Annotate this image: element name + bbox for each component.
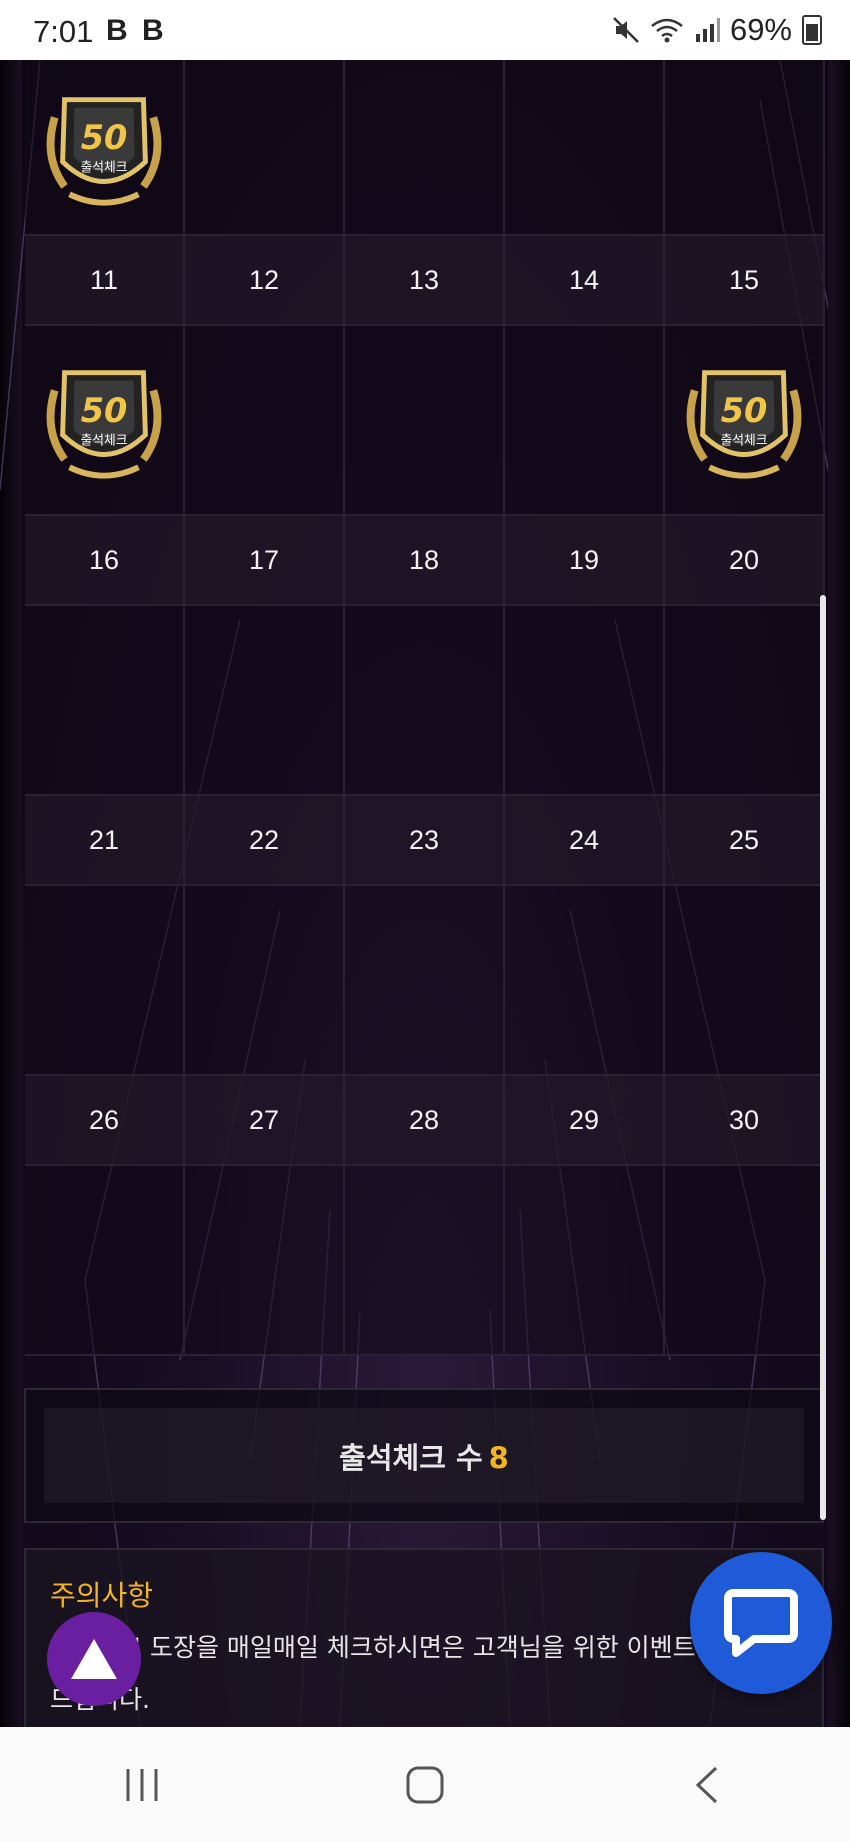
- stamp-number: 50: [81, 118, 128, 157]
- stamp-cell: [665, 1166, 825, 1356]
- stamp-cell: [505, 1166, 665, 1356]
- stamp-number: 50: [721, 391, 768, 430]
- back-button[interactable]: [648, 1745, 768, 1825]
- home-icon: [406, 1766, 444, 1803]
- stamp-cell: 50 출석체크: [25, 326, 185, 516]
- day-cell[interactable]: 22: [185, 796, 345, 886]
- attendance-stamp-icon: 50 출석체크: [46, 370, 162, 479]
- scroll-top-button[interactable]: [47, 1612, 141, 1706]
- stamp-cell: [505, 886, 665, 1076]
- stamp-cell: 50 출석체크: [665, 326, 825, 516]
- day-cell[interactable]: 20: [665, 516, 825, 606]
- stamp-cell: [25, 1166, 185, 1356]
- attendance-count: 출석체크 수8: [339, 1435, 509, 1477]
- stamp-cell: [185, 1166, 345, 1356]
- notice-line: 출석체크 도장을 매일매일 체크하시면은 고객님을 위한 이벤트: [50, 1633, 696, 1662]
- status-time: 7:01: [33, 14, 94, 49]
- week-row: 16 17 18 19 20: [25, 516, 825, 606]
- notice-line: 드립니다.: [50, 1674, 798, 1726]
- chat-bubble-icon: [724, 1589, 798, 1657]
- week-row: 11 12 13 14 15: [25, 236, 825, 326]
- scrollbar[interactable]: [820, 595, 826, 1520]
- stamp-cell: [505, 606, 665, 796]
- navigation-bar: [0, 1727, 850, 1842]
- day-cell[interactable]: 14: [505, 236, 665, 326]
- attendance-stamp-icon: 50 출석체크: [686, 370, 802, 479]
- day-cell[interactable]: 24: [505, 796, 665, 886]
- day-cell[interactable]: 13: [345, 236, 505, 326]
- day-cell[interactable]: 28: [345, 1076, 505, 1166]
- day-cell[interactable]: 17: [185, 516, 345, 606]
- back-icon: [696, 1766, 718, 1803]
- notice-body: 출석체크 도장을 매일매일 체크하시면은 고객님을 위한 이벤트 드립니다.: [50, 1622, 798, 1726]
- notice-title: 주의사항: [50, 1579, 154, 1612]
- stamp-cell: [345, 60, 505, 236]
- attendance-count-label: 출석체크 수: [339, 1440, 483, 1475]
- status-bar: 7:01 B B 69%: [0, 0, 850, 60]
- day-cell[interactable]: 19: [505, 516, 665, 606]
- triangle-up-icon: [71, 1639, 117, 1679]
- chat-button[interactable]: [690, 1552, 832, 1694]
- stamp-cell: [185, 326, 345, 516]
- stamp-row: [25, 886, 825, 1076]
- stamp-label: 출석체크: [80, 161, 127, 176]
- day-cell[interactable]: 21: [25, 796, 185, 886]
- recent-apps-button[interactable]: [82, 1745, 202, 1825]
- stamp-cell: [185, 606, 345, 796]
- attendance-calendar: 50 출석체크 11 12 13 14 15 50 출석체크 50 출석체크 1…: [25, 60, 825, 1356]
- day-cell[interactable]: 25: [665, 796, 825, 886]
- stamp-cell: [665, 60, 825, 236]
- day-cell[interactable]: 16: [25, 516, 185, 606]
- stamp-cell: [345, 886, 505, 1076]
- home-button[interactable]: [365, 1745, 485, 1825]
- stamp-cell: 50 출석체크: [25, 60, 185, 236]
- stamp-cell: [345, 606, 505, 796]
- stamp-cell: [345, 326, 505, 516]
- week-row: 26 27 28 29 30: [25, 1076, 825, 1166]
- stamp-cell: [345, 1166, 505, 1356]
- stamp-cell: [185, 886, 345, 1076]
- app-notification-icon: B: [106, 14, 128, 47]
- stamp-row: [25, 606, 825, 796]
- day-cell[interactable]: 18: [345, 516, 505, 606]
- attendance-count-value: 8: [488, 1440, 509, 1475]
- stamp-cell: [505, 60, 665, 236]
- day-cell[interactable]: 30: [665, 1076, 825, 1166]
- stamp-row: [25, 1166, 825, 1356]
- stamp-cell: [505, 326, 665, 516]
- battery-icon: [802, 15, 822, 45]
- stamp-label: 출석체크: [720, 434, 767, 449]
- stamp-cell: [185, 60, 345, 236]
- day-cell[interactable]: 15: [665, 236, 825, 326]
- day-cell[interactable]: 26: [25, 1076, 185, 1166]
- stamp-row: 50 출석체크: [25, 60, 825, 236]
- stamp-cell: [665, 886, 825, 1076]
- signal-icon: [695, 18, 720, 42]
- day-cell[interactable]: 27: [185, 1076, 345, 1166]
- stamp-label: 출석체크: [80, 434, 127, 449]
- stamp-number: 50: [81, 391, 128, 430]
- stamp-cell: [25, 886, 185, 1076]
- day-cell[interactable]: 12: [185, 236, 345, 326]
- recent-apps-icon: [126, 1768, 158, 1801]
- attendance-count-box: 출석체크 수8: [24, 1388, 824, 1523]
- attendance-stamp-icon: 50 출석체크: [46, 97, 162, 206]
- mute-icon: [613, 17, 639, 43]
- battery-percentage: 69%: [729, 12, 792, 47]
- stamp-cell: [25, 606, 185, 796]
- day-cell[interactable]: 23: [345, 796, 505, 886]
- day-cell[interactable]: 11: [25, 236, 185, 326]
- day-cell[interactable]: 29: [505, 1076, 665, 1166]
- stamp-cell: [665, 606, 825, 796]
- app-notification-icon: B: [142, 14, 164, 47]
- stamp-row: 50 출석체크 50 출석체크: [25, 326, 825, 516]
- wifi-icon: [651, 18, 683, 43]
- attendance-page: 50 출석체크 11 12 13 14 15 50 출석체크 50 출석체크 1…: [0, 60, 850, 1727]
- week-row: 21 22 23 24 25: [25, 796, 825, 886]
